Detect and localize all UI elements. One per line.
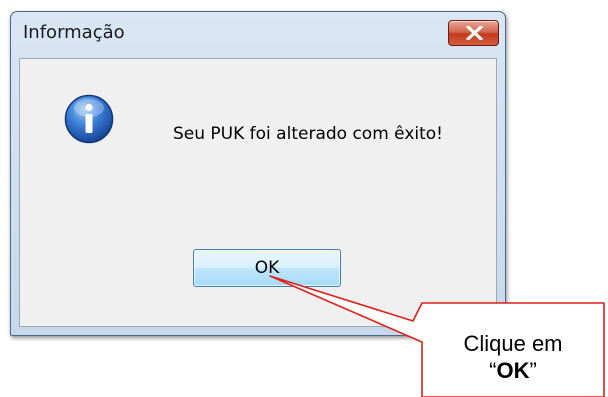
callout-text: Clique em “OK” <box>433 330 593 384</box>
quote-close: ” <box>529 358 537 383</box>
quote-open: “ <box>489 358 497 383</box>
callout-line2: “OK” <box>433 357 593 384</box>
callout-line1: Clique em <box>463 331 563 356</box>
callout-ok-label: OK <box>496 358 530 383</box>
